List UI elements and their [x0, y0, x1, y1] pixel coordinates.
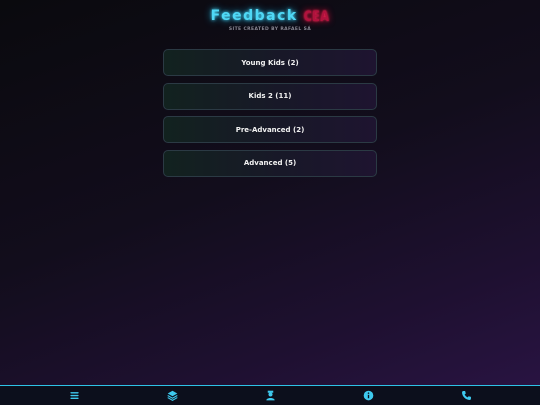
class-item-advanced[interactable]: Advanced (5): [163, 149, 377, 177]
title-text: Feedback: [210, 8, 298, 24]
nav-layers-button[interactable]: [162, 386, 182, 405]
menu-icon: [69, 392, 79, 399]
teacher-icon: [265, 390, 275, 401]
page-title: Feedback CEA: [0, 8, 540, 25]
nav-phone-button[interactable]: [456, 386, 476, 405]
cea-logo: CEA: [303, 8, 330, 25]
class-item-young-kids[interactable]: Young Kids (2): [163, 49, 377, 76]
bottom-navigation: [0, 385, 540, 405]
page-header: Feedback CEA SITE CREATED BY RAFAEL SÁ: [0, 0, 540, 32]
class-item-kids-2[interactable]: Kids 2 (11): [163, 82, 377, 110]
class-item-pre-advanced[interactable]: Pre-Advanced (2): [163, 116, 377, 143]
site-credit: SITE CREATED BY RAFAEL SÁ: [228, 27, 312, 32]
nav-info-button[interactable]: [358, 386, 378, 405]
nav-teacher-button[interactable]: [260, 386, 280, 405]
layers-icon: [166, 390, 178, 401]
info-icon: [363, 390, 373, 401]
nav-menu-button[interactable]: [64, 386, 84, 405]
phone-icon: [461, 391, 471, 400]
class-list: Young Kids (2) Kids 2 (11) Pre-Advanced …: [163, 49, 377, 183]
